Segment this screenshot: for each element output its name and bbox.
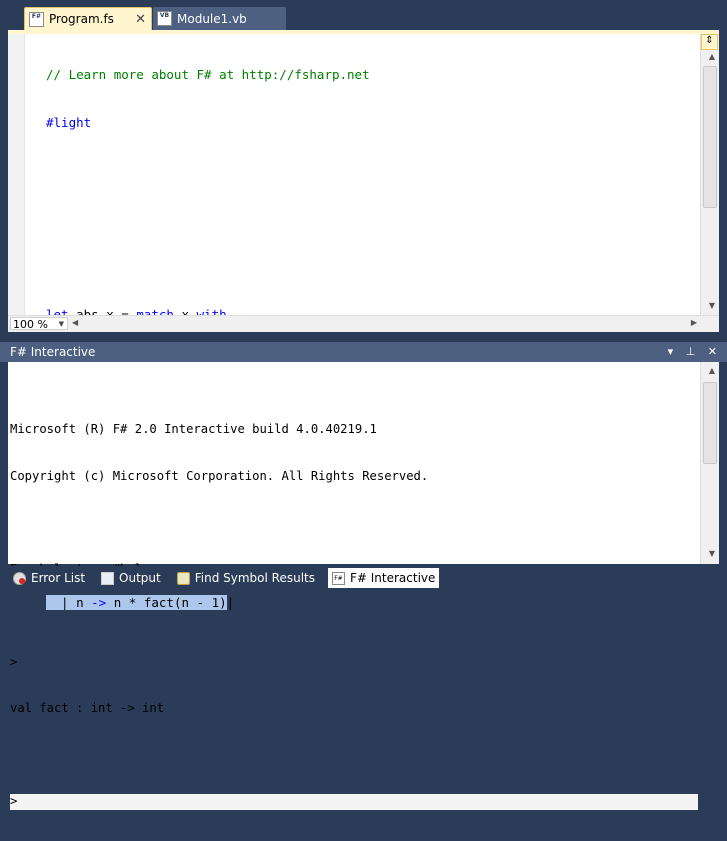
document-tabstrip: F# Program.fs ✕ VB Module1.vb: [0, 0, 727, 30]
output-icon: [101, 571, 115, 585]
fsharp-interactive-icon: F#: [331, 571, 345, 585]
fsi-line: val fact : int -> int: [10, 701, 165, 715]
tab-label: Program.fs: [49, 12, 114, 26]
fsi-line: [10, 515, 698, 531]
zoom-value: 100 %: [13, 318, 48, 331]
tab-label: Find Symbol Results: [194, 571, 315, 585]
vb-file-icon: VB: [157, 11, 172, 26]
fsi-line: [10, 748, 698, 764]
tab-program-fs[interactable]: F# Program.fs ✕: [24, 7, 152, 30]
fsi-line: >: [10, 654, 18, 669]
tab-find-symbol-results[interactable]: Find Symbol Results: [174, 568, 318, 588]
scroll-right-icon[interactable]: ▶: [691, 318, 697, 327]
code-editor[interactable]: // Learn more about F# at http://fsharp.…: [8, 30, 719, 610]
fsi-vertical-scrollbar[interactable]: ▲ ▼: [700, 362, 719, 564]
code-line: #light: [46, 115, 92, 130]
chevron-down-icon: ▼: [58, 320, 64, 328]
scroll-thumb[interactable]: [703, 66, 717, 208]
fsi-line: Copyright (c) Microsoft Corporation. All…: [10, 468, 429, 483]
tab-label: Output: [119, 571, 161, 585]
close-icon[interactable]: ✕: [708, 345, 717, 358]
editor-horizontal-scrollbar[interactable]: 100 % ▼ ◀ ▶: [8, 315, 719, 332]
fsharp-file-icon: F#: [29, 11, 44, 27]
editor-gutter: [8, 34, 25, 316]
scroll-down-icon[interactable]: ▼: [709, 549, 715, 558]
close-icon[interactable]: ✕: [135, 12, 146, 27]
code-line: // Learn more about F# at http://fsharp.…: [46, 67, 370, 82]
scroll-up-icon[interactable]: ▲: [709, 52, 715, 61]
fsi-output-pane[interactable]: Microsoft (R) F# 2.0 Interactive build 4…: [8, 362, 719, 810]
scroll-up-icon[interactable]: ▲: [709, 366, 715, 375]
tab-label: F# Interactive: [349, 571, 436, 585]
fsi-title-text: F# Interactive: [10, 345, 96, 359]
fsi-text[interactable]: Microsoft (R) F# 2.0 Interactive build 4…: [10, 391, 698, 841]
fsi-line: [10, 608, 698, 624]
fsi-panel-title: F# Interactive ▾ ⊥ ✕: [0, 342, 727, 362]
scroll-thumb[interactable]: [703, 382, 717, 464]
tab-fsharp-interactive[interactable]: F# F# Interactive: [327, 568, 440, 588]
tool-window-tabs: Error List Output Find Symbol Results F#…: [0, 566, 727, 590]
find-symbol-icon: [176, 571, 190, 585]
scroll-left-icon[interactable]: ◀: [72, 318, 78, 327]
error-list-icon: [13, 571, 26, 585]
dropdown-icon[interactable]: ▾: [668, 345, 674, 358]
tab-output[interactable]: Output: [98, 568, 164, 588]
tab-label: Module1.vb: [177, 11, 247, 26]
zoom-select[interactable]: 100 % ▼: [10, 317, 68, 331]
editor-vertical-scrollbar[interactable]: ⇕ ▲ ▼: [700, 34, 719, 316]
tab-module1-vb[interactable]: VB Module1.vb: [153, 7, 286, 30]
fsi-input-line[interactable]: >: [10, 794, 698, 810]
tab-label: Error List: [31, 571, 86, 585]
pin-icon[interactable]: ⊥: [686, 345, 696, 358]
split-icon[interactable]: ⇕: [701, 34, 718, 50]
fsi-line: Microsoft (R) F# 2.0 Interactive build 4…: [10, 422, 377, 436]
scroll-down-icon[interactable]: ▼: [709, 301, 715, 310]
tab-error-list[interactable]: Error List: [10, 568, 88, 588]
